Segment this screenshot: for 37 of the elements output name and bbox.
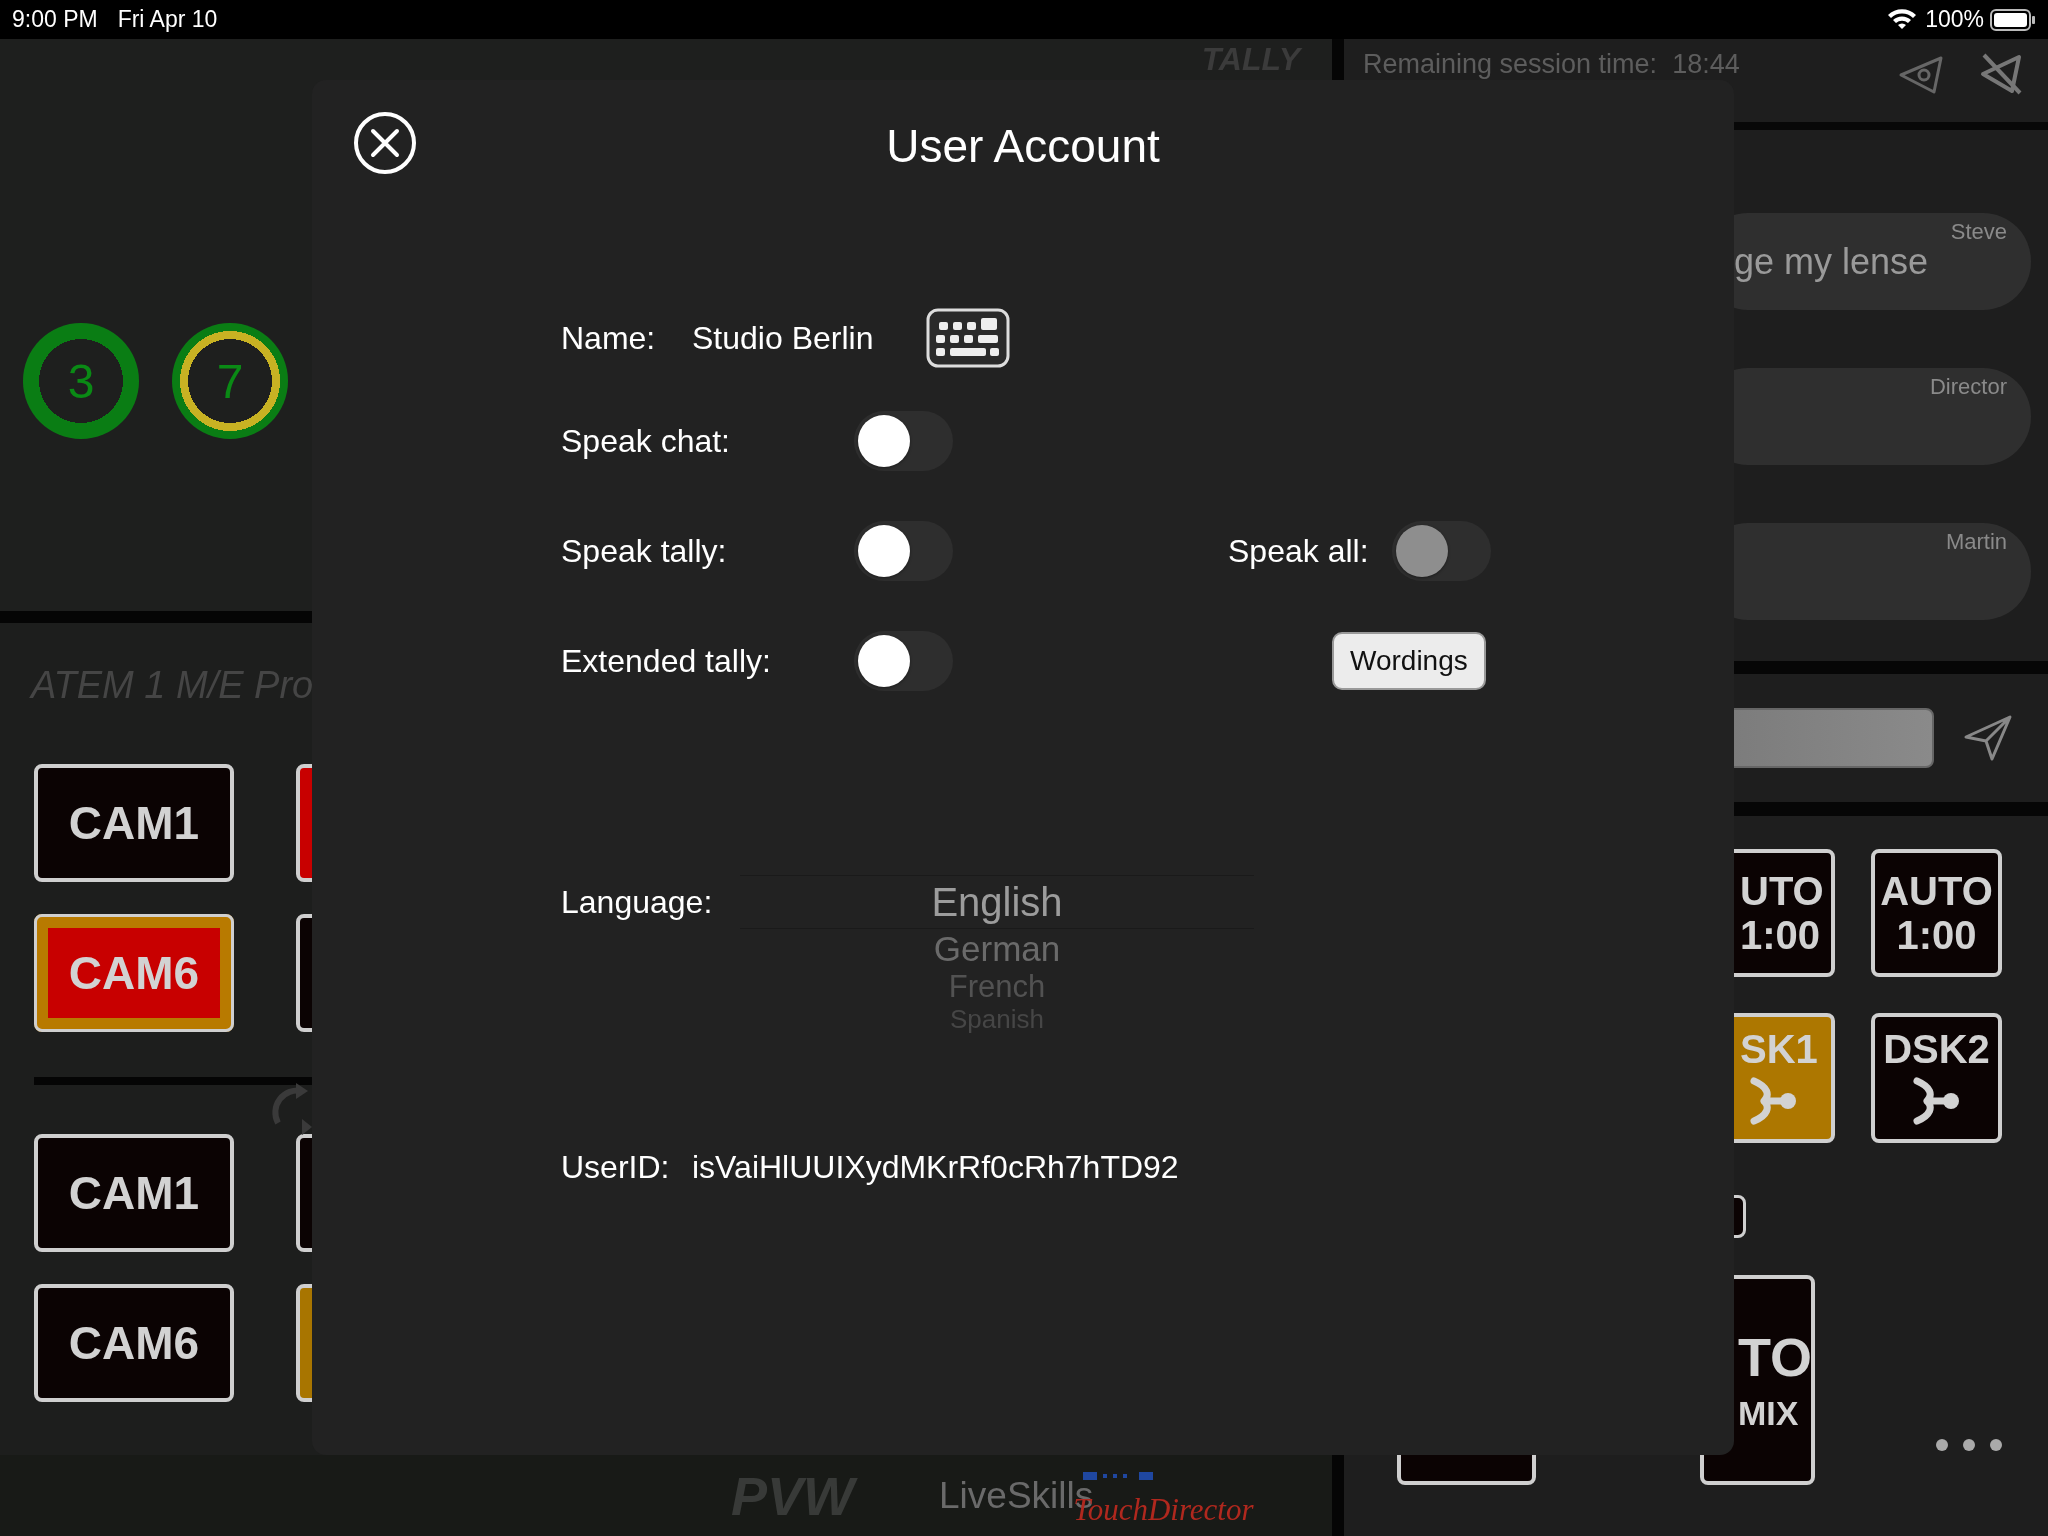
- camera-button[interactable]: CAM6: [34, 914, 234, 1032]
- wordings-button[interactable]: Wordings: [1332, 632, 1486, 690]
- battery-level: 100%: [1925, 6, 1984, 33]
- status-date: Fri Apr 10: [117, 6, 218, 33]
- setting-label: Extended tally:: [561, 642, 772, 680]
- sender-name: Martin: [1945, 529, 2007, 555]
- name-value: Studio Berlin: [692, 319, 874, 357]
- chat-message: ge my lense: [1734, 241, 1929, 283]
- auto-button[interactable]: AUTO 1:00: [1871, 849, 2002, 977]
- wifi-icon: [1887, 8, 1918, 31]
- more-icon[interactable]: [1935, 1438, 2003, 1452]
- keyer-button[interactable]: DSK2: [1871, 1013, 2002, 1143]
- battery-icon: [1990, 8, 2036, 31]
- send-icon[interactable]: [1964, 715, 2012, 761]
- userid-value: isVaiHlUUIXydMKrRf0cRh7hTD92: [692, 1148, 1179, 1186]
- logo-mark-icon: [1083, 1469, 1154, 1482]
- userid-label: UserID:: [561, 1148, 671, 1186]
- sender-name: Steve: [1950, 219, 2007, 245]
- status-time: 9:00 PM: [12, 6, 98, 33]
- session-timer: Remaining session time: 18:44: [1363, 49, 1740, 80]
- sender-name: Director: [1930, 374, 2007, 400]
- setting-label: Speak tally:: [561, 532, 728, 570]
- language-option[interactable]: English: [931, 879, 1063, 926]
- plane-icon[interactable]: [1898, 55, 1944, 95]
- camera-button[interactable]: CAM1: [34, 764, 234, 882]
- crossed-plane-icon[interactable]: [1978, 51, 2024, 97]
- setting-label: Speak all:: [1228, 532, 1370, 570]
- tally-light: 3: [23, 323, 139, 439]
- language-label: Language:: [561, 883, 714, 922]
- camera-button[interactable]: CAM6: [34, 1284, 234, 1402]
- camera-button[interactable]: CAM1: [34, 1134, 234, 1252]
- keyboard-button[interactable]: [926, 308, 1011, 368]
- name-label: Name:: [561, 319, 657, 357]
- setting-label: Speak chat:: [561, 422, 731, 460]
- tally-light: 7: [172, 323, 288, 439]
- dialog-title: User Account: [886, 119, 1160, 173]
- close-button[interactable]: [353, 111, 417, 175]
